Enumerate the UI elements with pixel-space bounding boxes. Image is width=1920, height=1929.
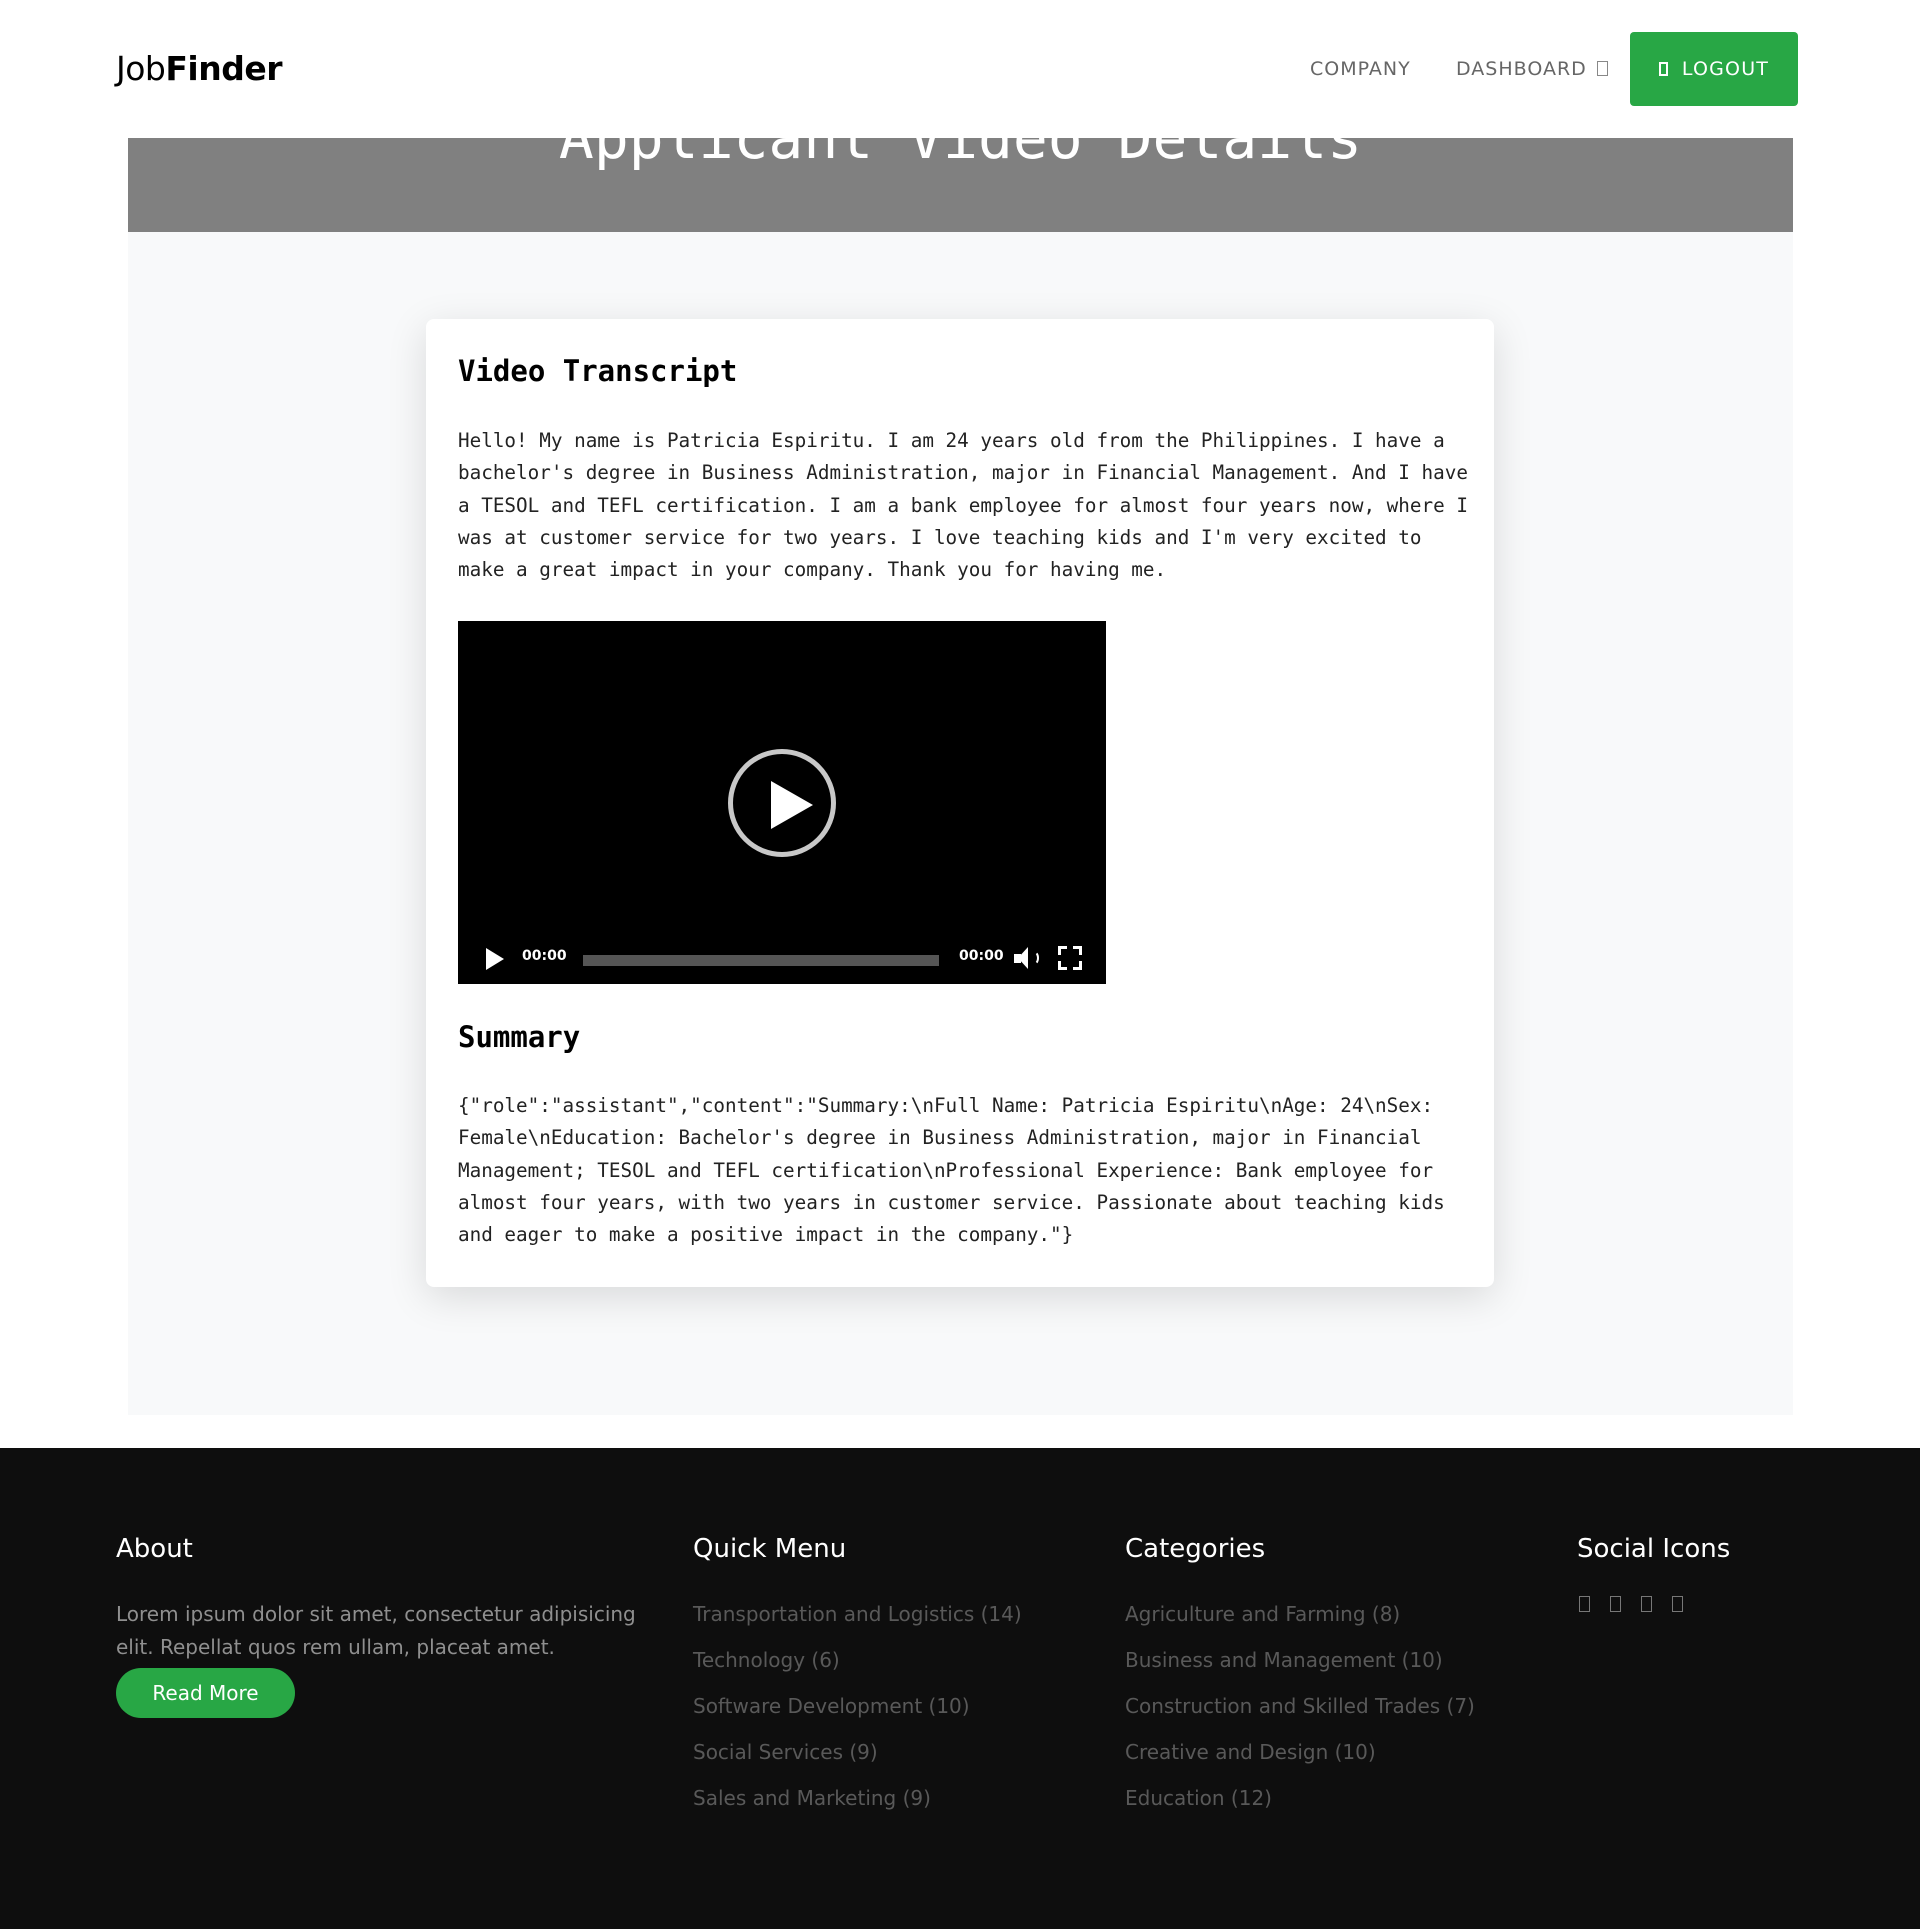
video-player[interactable]: 00:00 00:00 bbox=[458, 621, 1106, 984]
volume-icon[interactable] bbox=[1014, 947, 1040, 969]
quick-menu-item[interactable]: Social Services (9) bbox=[693, 1734, 1093, 1780]
play-icon[interactable] bbox=[486, 948, 504, 970]
category-item[interactable]: Business and Management (10) bbox=[1125, 1642, 1555, 1688]
navbar: JobFinder COMPANY DASHBOARD LOGOUT bbox=[0, 0, 1920, 138]
transcript-heading: Video Transcript bbox=[458, 354, 738, 388]
read-more-button[interactable]: Read More bbox=[116, 1668, 295, 1718]
footer-categories-heading: Categories bbox=[1125, 1534, 1266, 1564]
facebook-icon[interactable] bbox=[1579, 1596, 1590, 1612]
current-time: 00:00 bbox=[522, 948, 567, 964]
brand-bold: Finder bbox=[165, 49, 282, 88]
linkedin-icon[interactable] bbox=[1672, 1596, 1683, 1612]
footer-social: Social Icons bbox=[1577, 1534, 1837, 1612]
nav-dashboard-dropdown[interactable]: DASHBOARD bbox=[1456, 58, 1608, 80]
summary-heading: Summary bbox=[458, 1020, 581, 1054]
category-item[interactable]: Agriculture and Farming (8) bbox=[1125, 1596, 1555, 1642]
nav-company-link[interactable]: COMPANY bbox=[1310, 58, 1411, 80]
hero-banner: Applicant Video Details bbox=[128, 138, 1793, 232]
page-title: Applicant Video Details bbox=[558, 138, 1363, 172]
footer-about-heading: About bbox=[116, 1534, 193, 1564]
play-overlay-icon[interactable] bbox=[728, 749, 836, 857]
footer-about-text: Lorem ipsum dolor sit amet, consectetur … bbox=[116, 1602, 636, 1659]
logout-icon bbox=[1658, 62, 1668, 76]
footer-categories: Categories Agriculture and Farming (8) B… bbox=[1125, 1534, 1555, 1826]
video-progress-bar[interactable] bbox=[583, 955, 939, 966]
footer-quick-menu: Quick Menu Transportation and Logistics … bbox=[693, 1534, 1093, 1826]
category-item[interactable]: Education (12) bbox=[1125, 1780, 1555, 1826]
category-item[interactable]: Construction and Skilled Trades (7) bbox=[1125, 1688, 1555, 1734]
transcript-text: Hello! My name is Patricia Espiritu. I a… bbox=[458, 429, 1468, 582]
logout-button[interactable]: LOGOUT bbox=[1630, 32, 1798, 106]
logout-label: LOGOUT bbox=[1681, 58, 1770, 80]
chevron-down-icon bbox=[1596, 61, 1608, 76]
twitter-icon[interactable] bbox=[1610, 1596, 1621, 1612]
quick-menu-item[interactable]: Technology (6) bbox=[693, 1642, 1093, 1688]
category-item[interactable]: Creative and Design (10) bbox=[1125, 1734, 1555, 1780]
footer-social-heading: Social Icons bbox=[1577, 1534, 1731, 1564]
duration-time: 00:00 bbox=[959, 948, 1004, 964]
quick-menu-item[interactable]: Sales and Marketing (9) bbox=[693, 1780, 1093, 1826]
applicant-card: Video Transcript Hello! My name is Patri… bbox=[426, 319, 1494, 1287]
instagram-icon[interactable] bbox=[1641, 1596, 1652, 1612]
brand-logo[interactable]: JobFinder bbox=[116, 49, 282, 88]
brand-light: Job bbox=[116, 49, 166, 88]
fullscreen-icon[interactable] bbox=[1058, 946, 1082, 970]
nav-dashboard-label: DASHBOARD bbox=[1456, 58, 1587, 80]
footer-about: About Lorem ipsum dolor sit amet, consec… bbox=[116, 1534, 646, 1718]
quick-menu-item[interactable]: Software Development (10) bbox=[693, 1688, 1093, 1734]
footer-quick-heading: Quick Menu bbox=[693, 1534, 847, 1564]
video-controls: 00:00 00:00 bbox=[458, 932, 1106, 984]
footer: About Lorem ipsum dolor sit amet, consec… bbox=[0, 1448, 1920, 1929]
summary-text: {"role":"assistant","content":"Summary:\… bbox=[458, 1094, 1445, 1247]
quick-menu-item[interactable]: Transportation and Logistics (14) bbox=[693, 1596, 1093, 1642]
